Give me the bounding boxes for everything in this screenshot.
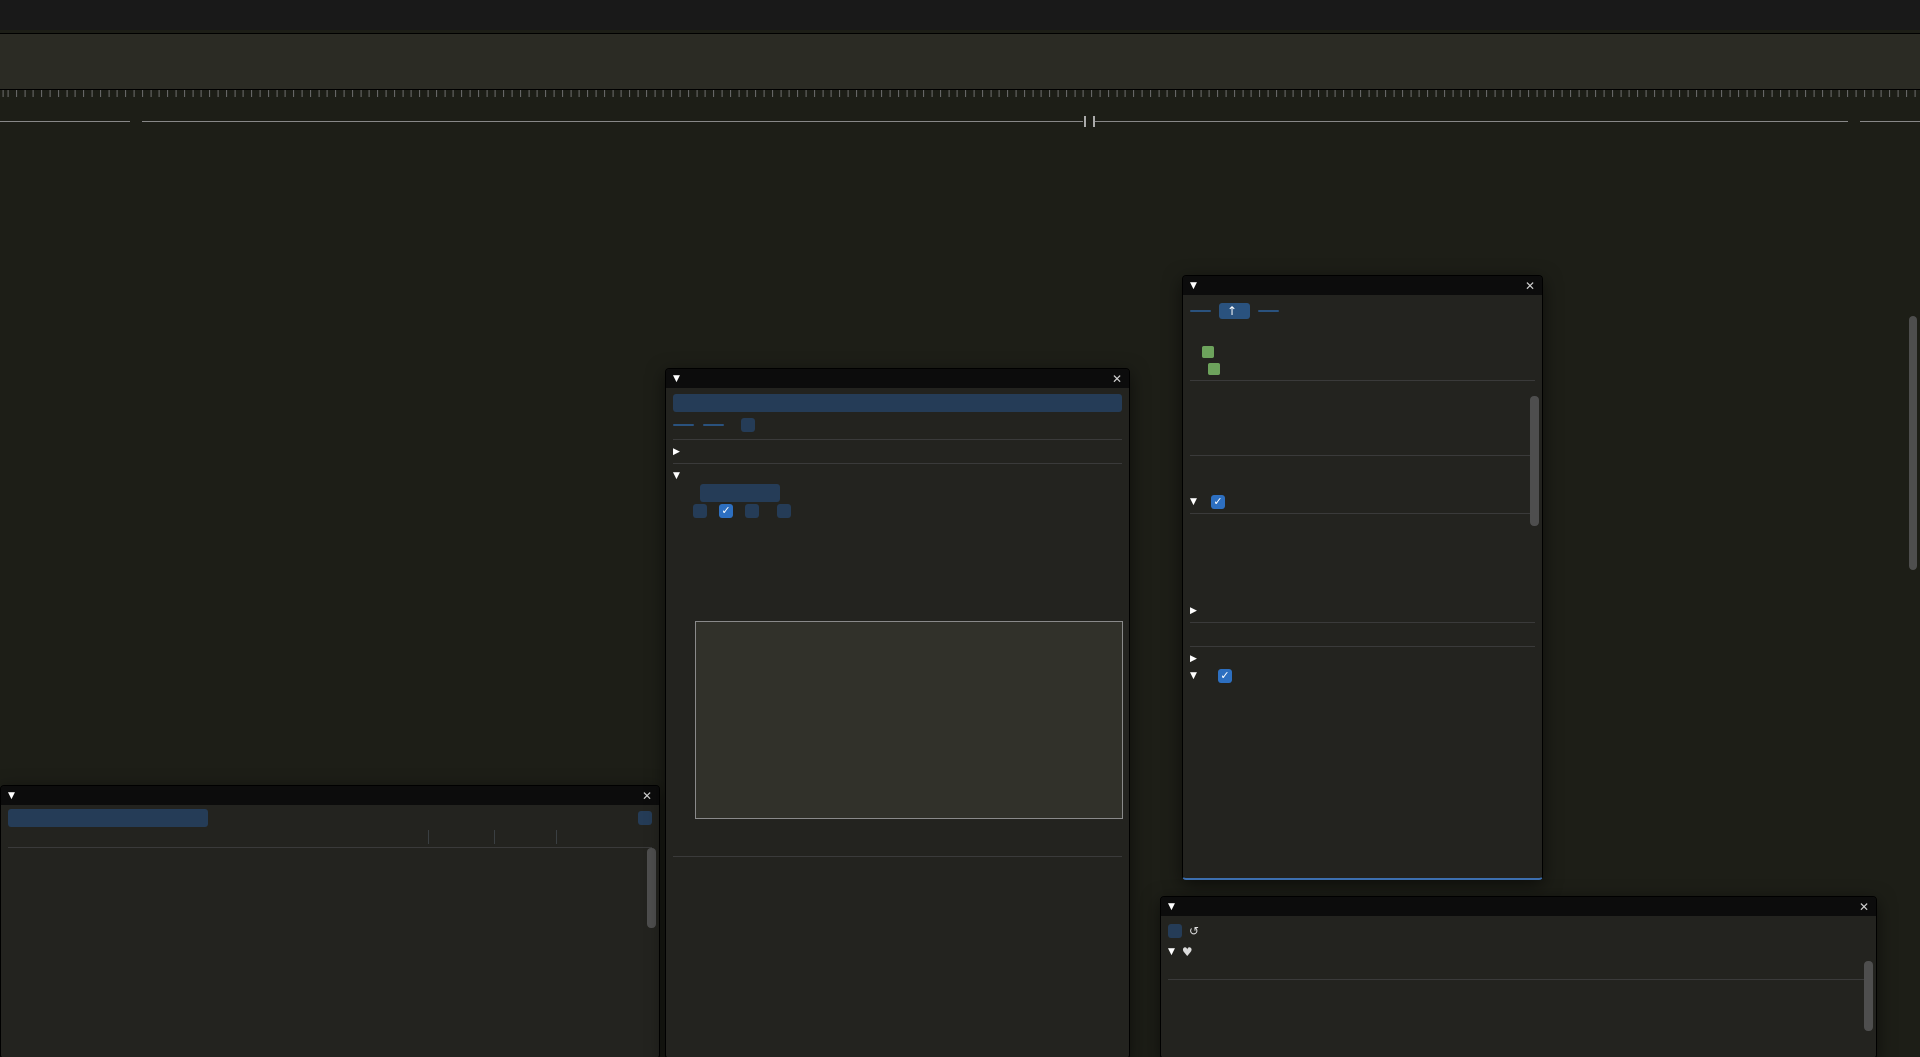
statistics-button[interactable] xyxy=(1258,310,1279,312)
app-root: ▼ ✕ xyxy=(0,0,1920,1057)
close-icon[interactable]: ✕ xyxy=(642,789,652,803)
log-values-checkbox[interactable] xyxy=(693,504,707,518)
thread-swatch[interactable] xyxy=(1208,363,1220,375)
time-relative-checkbox[interactable]: ✓ xyxy=(1211,495,1225,509)
close-icon[interactable]: ✕ xyxy=(1112,372,1122,386)
memory-scrollbar[interactable] xyxy=(1864,961,1873,1031)
find-button[interactable] xyxy=(673,424,694,426)
close-icon[interactable]: ✕ xyxy=(1525,279,1535,293)
expand-icon[interactable]: ▶ xyxy=(1190,606,1197,616)
collapse-icon[interactable]: ▼ xyxy=(8,791,15,801)
collapse-icon[interactable]: ▼ xyxy=(1190,281,1197,291)
zoom-to-zone-button[interactable] xyxy=(1190,310,1211,312)
filter-input[interactable] xyxy=(8,809,208,827)
clear-button[interactable] xyxy=(703,424,724,426)
main-scrollbar[interactable] xyxy=(1909,316,1917,570)
stats-header-row xyxy=(8,827,652,848)
heart-icon: ♥ xyxy=(1182,945,1193,959)
go-to-parent-button[interactable]: ↑ xyxy=(1219,303,1250,319)
find-zone-titlebar[interactable]: ▼ ✕ xyxy=(666,369,1129,388)
zone-info-window: ▼ ✕ ↑ ▼ ✓ xyxy=(1182,275,1543,880)
source-swatch[interactable] xyxy=(1202,346,1214,358)
find-zone-histogram[interactable] xyxy=(695,621,1123,819)
zone-info-titlebar[interactable]: ▼ ✕ xyxy=(1183,276,1542,295)
memory-header-row xyxy=(1168,962,1869,980)
stats-option-checkbox[interactable] xyxy=(638,811,652,825)
cumulate-time-checkbox[interactable] xyxy=(745,504,759,518)
group-children-checkbox[interactable]: ✓ xyxy=(1218,669,1232,683)
collapse-icon[interactable]: ▼ xyxy=(1190,497,1197,507)
collapse-icon[interactable]: ▼ xyxy=(673,471,680,481)
search-input[interactable] xyxy=(673,394,1122,412)
ignore-case-checkbox[interactable] xyxy=(741,418,755,432)
collapse-icon[interactable]: ▼ xyxy=(1168,947,1175,957)
history-icon: ↺ xyxy=(1189,924,1199,938)
stats-scrollbar[interactable] xyxy=(647,848,656,928)
restrict-time-checkbox[interactable] xyxy=(1168,924,1182,938)
expand-icon[interactable]: ▶ xyxy=(673,447,680,457)
histogram-axis xyxy=(695,819,1123,853)
self-time-checkbox[interactable] xyxy=(777,504,791,518)
statistics-window: ▼ ✕ xyxy=(0,785,660,1057)
collapse-icon[interactable]: ▼ xyxy=(1190,671,1197,681)
collapse-icon[interactable]: ▼ xyxy=(673,374,680,384)
up-arrow-icon: ↑ xyxy=(1227,304,1237,318)
memory-titlebar[interactable]: ▼ ✕ xyxy=(1161,897,1876,916)
collapse-icon[interactable]: ▼ xyxy=(1168,902,1175,912)
log-time-checkbox[interactable]: ✓ xyxy=(719,504,733,518)
close-icon[interactable]: ✕ xyxy=(1859,900,1869,914)
zone-info-scrollbar[interactable] xyxy=(1530,396,1539,526)
find-zone-window: ▼ ✕ ▶ ▼ xyxy=(665,368,1130,1057)
min-bin-input[interactable] xyxy=(700,484,780,502)
expand-icon[interactable]: ▶ xyxy=(1190,654,1197,664)
memory-window: ▼ ✕ ↺ ▼ ♥ xyxy=(1160,896,1877,1057)
statistics-titlebar[interactable]: ▼ ✕ xyxy=(1,786,659,805)
